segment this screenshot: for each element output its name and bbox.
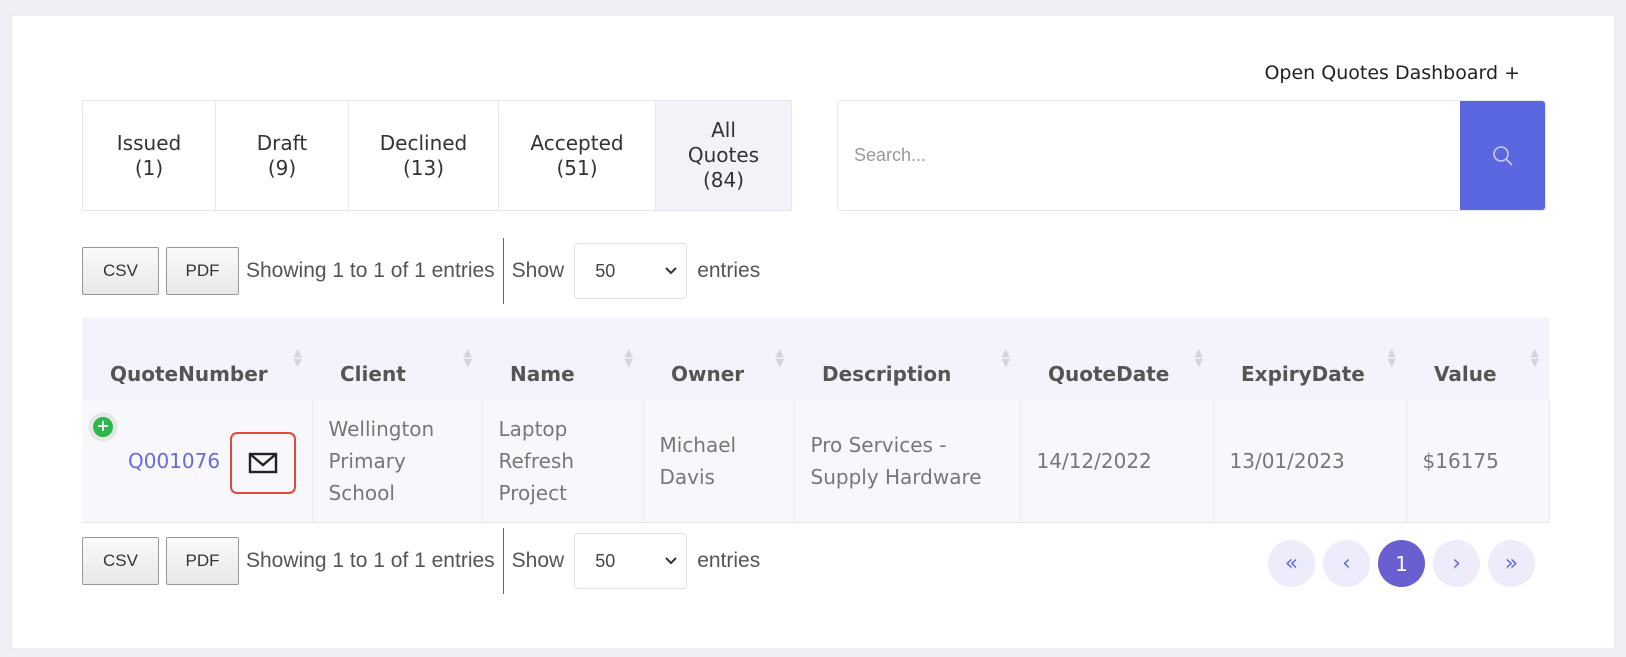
sort-icon: ▲ ▼ bbox=[1530, 346, 1539, 369]
pdf-export-button[interactable]: PDF bbox=[166, 537, 239, 585]
first-page-button[interactable]: « bbox=[1268, 540, 1315, 587]
tab-label: All bbox=[711, 118, 736, 142]
tab-count: (1) bbox=[134, 155, 164, 180]
tab-count: (84) bbox=[702, 168, 745, 192]
cell-owner: Michael Davis bbox=[642, 400, 794, 523]
column-header-description[interactable]: Description ▲ ▼ bbox=[794, 318, 1020, 400]
cell-quote-date: 14/12/2022 bbox=[1019, 400, 1213, 523]
cell-expiry-date: 13/01/2023 bbox=[1212, 400, 1406, 523]
column-header-quotenumber[interactable]: QuoteNumber ▲ ▼ bbox=[82, 318, 312, 400]
next-page-button[interactable]: › bbox=[1433, 540, 1480, 587]
cell-quote-number: + Q001076 bbox=[82, 400, 312, 523]
tab-issued[interactable]: Issued (1) bbox=[83, 101, 216, 210]
open-quotes-dashboard-link[interactable]: Open Quotes Dashboard + bbox=[1180, 62, 1520, 84]
cell-value: $16175 bbox=[1405, 400, 1550, 523]
column-header-expirydate[interactable]: ExpiryDate ▲ ▼ bbox=[1213, 318, 1406, 400]
previous-page-button[interactable]: ‹ bbox=[1323, 540, 1370, 587]
sort-icon: ▲ ▼ bbox=[624, 346, 633, 369]
page-size-select[interactable]: 50 bbox=[574, 243, 688, 299]
sort-icon: ▲ ▼ bbox=[293, 346, 302, 369]
entries-label: entries bbox=[697, 549, 761, 572]
expand-row-icon[interactable]: + bbox=[90, 414, 116, 440]
email-quote-button[interactable] bbox=[230, 432, 296, 494]
quote-number-link[interactable]: Q001076 bbox=[128, 449, 220, 473]
entries-label: entries bbox=[697, 259, 761, 282]
sort-icon: ▲ ▼ bbox=[775, 346, 784, 369]
tab-count: (9) bbox=[267, 155, 297, 180]
page-size-value: 50 bbox=[595, 260, 616, 281]
tab-label: Draft bbox=[256, 130, 308, 155]
tab-draft[interactable]: Draft (9) bbox=[216, 101, 349, 210]
column-header-name[interactable]: Name ▲ ▼ bbox=[482, 318, 643, 400]
table-header-row: QuoteNumber ▲ ▼ Client ▲ ▼ Name ▲ ▼ Owner ▲ ▼ De… bbox=[82, 318, 1549, 400]
entries-info: Showing 1 to 1 of 1 entries bbox=[246, 259, 495, 282]
csv-export-button[interactable]: CSV bbox=[82, 247, 159, 295]
search-box bbox=[837, 100, 1546, 211]
divider bbox=[502, 528, 504, 594]
chevron-down-icon bbox=[665, 557, 677, 565]
sort-icon: ▲ ▼ bbox=[1001, 346, 1010, 369]
tab-accepted[interactable]: Accepted (51) bbox=[499, 101, 656, 210]
tab-count: (13) bbox=[402, 155, 445, 180]
quotes-table: QuoteNumber ▲ ▼ Client ▲ ▼ Name ▲ ▼ Owner ▲ ▼ De… bbox=[82, 318, 1550, 523]
tab-label: Issued bbox=[116, 130, 182, 155]
last-page-button[interactable]: » bbox=[1488, 540, 1535, 587]
show-label: Show bbox=[511, 549, 565, 572]
tab-label-2: Quotes bbox=[687, 143, 760, 167]
column-header-client[interactable]: Client ▲ ▼ bbox=[312, 318, 482, 400]
page-size-value: 50 bbox=[595, 550, 616, 571]
table-row: + Q001076 Wellington Primary School Lapt… bbox=[82, 400, 1550, 523]
search-icon bbox=[1492, 145, 1513, 166]
search-input[interactable] bbox=[838, 101, 1460, 210]
chevron-down-icon bbox=[665, 267, 677, 275]
entries-info: Showing 1 to 1 of 1 entries bbox=[246, 549, 495, 572]
tab-declined[interactable]: Declined (13) bbox=[349, 101, 499, 210]
column-header-owner[interactable]: Owner ▲ ▼ bbox=[643, 318, 794, 400]
tab-count: (51) bbox=[556, 155, 598, 180]
page-1-button[interactable]: 1 bbox=[1378, 540, 1425, 587]
cell-description: Pro Services - Supply Hardware bbox=[793, 400, 1020, 523]
csv-export-button[interactable]: CSV bbox=[82, 537, 159, 585]
table-controls-bottom: CSV PDF Showing 1 to 1 of 1 entries Show… bbox=[82, 528, 760, 594]
column-header-value[interactable]: Value ▲ ▼ bbox=[1406, 318, 1549, 400]
tab-all-quotes[interactable]: All Quotes (84) bbox=[656, 101, 791, 210]
cell-client: Wellington Primary School bbox=[311, 400, 482, 523]
table-controls-top: CSV PDF Showing 1 to 1 of 1 entries Show… bbox=[82, 238, 760, 304]
cell-name: Laptop Refresh Project bbox=[481, 400, 643, 523]
divider bbox=[502, 238, 504, 304]
pdf-export-button[interactable]: PDF bbox=[166, 247, 239, 295]
column-header-quotedate[interactable]: QuoteDate ▲ ▼ bbox=[1020, 318, 1213, 400]
tab-label: Accepted bbox=[530, 130, 624, 155]
show-label: Show bbox=[511, 259, 565, 282]
tab-label: Declined bbox=[379, 130, 468, 155]
page-size-select[interactable]: 50 bbox=[574, 533, 688, 589]
quote-status-tabs: Issued (1) Draft (9) Declined (13) Accep… bbox=[82, 100, 792, 211]
search-button[interactable] bbox=[1460, 101, 1545, 210]
envelope-icon bbox=[248, 452, 278, 474]
sort-icon: ▲ ▼ bbox=[463, 346, 472, 369]
pagination: « ‹ 1 › » bbox=[1268, 540, 1543, 587]
sort-icon: ▲ ▼ bbox=[1387, 346, 1396, 369]
sort-icon: ▲ ▼ bbox=[1194, 346, 1203, 369]
